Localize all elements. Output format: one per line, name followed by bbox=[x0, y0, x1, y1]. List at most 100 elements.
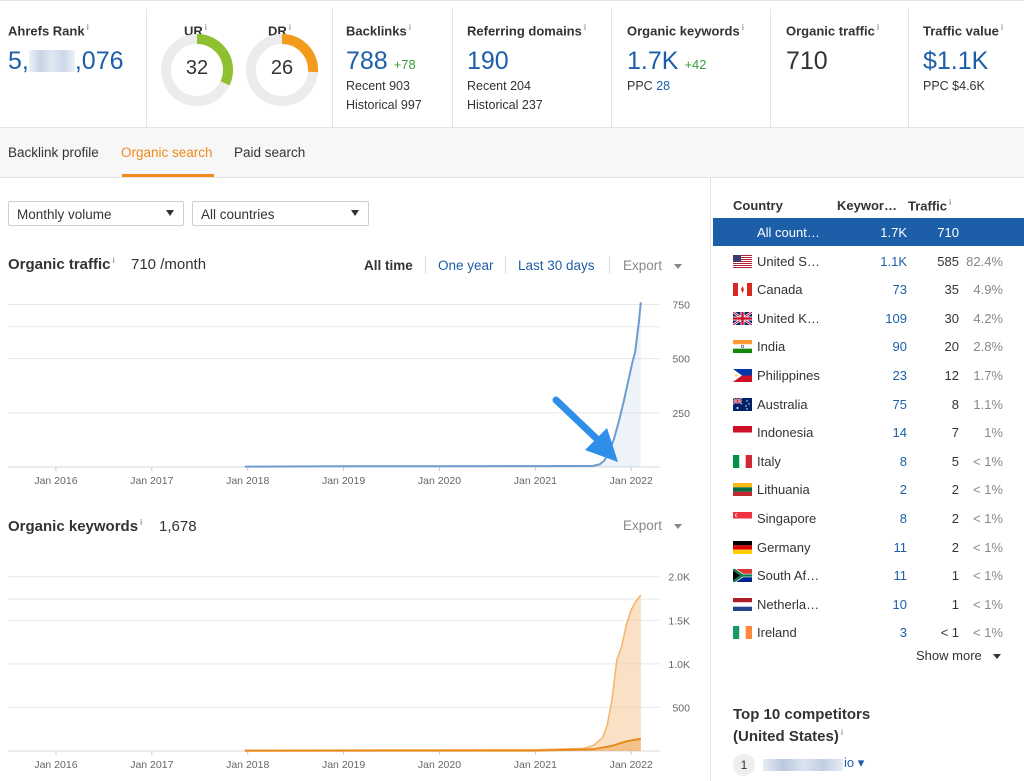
country-keywords[interactable]: 73 bbox=[893, 282, 907, 297]
info-icon[interactable]: i bbox=[289, 23, 291, 32]
y-tick-label: 1.5K bbox=[668, 615, 690, 627]
range-one-year[interactable]: One year bbox=[438, 258, 494, 273]
organic-keywords-delta: +42 bbox=[684, 57, 707, 72]
country-keywords[interactable]: 3 bbox=[900, 625, 907, 640]
flag-id-icon bbox=[733, 426, 752, 440]
flag-it-icon bbox=[733, 454, 752, 468]
country-row[interactable]: Indonesia 14 7 1% bbox=[713, 418, 1024, 446]
info-icon[interactable]: i bbox=[877, 23, 879, 32]
country-row[interactable]: United S… 1.1K 585 82.4% bbox=[713, 247, 1024, 275]
range-all-time[interactable]: All time bbox=[364, 258, 413, 273]
country-row[interactable]: Germany 11 2 < 1% bbox=[713, 533, 1024, 561]
country-traffic-share: < 1% bbox=[973, 482, 1003, 498]
show-more-button[interactable]: Show more bbox=[916, 648, 982, 663]
ahrefs-rank-title: Ahrefs Rank bbox=[8, 23, 85, 39]
blurred-domain bbox=[763, 759, 843, 771]
country-keywords[interactable]: 2 bbox=[900, 482, 907, 497]
organic-traffic-title: Organic traffic bbox=[786, 23, 875, 39]
country-keywords[interactable]: 11 bbox=[894, 568, 908, 583]
tab-backlink-profile[interactable]: Backlink profile bbox=[8, 145, 99, 160]
country-row[interactable]: Lithuania 2 2 < 1% bbox=[713, 475, 1024, 503]
country-name: Germany bbox=[757, 539, 811, 555]
y-tick-label: 750 bbox=[672, 300, 690, 312]
countries-select[interactable]: All countries bbox=[192, 201, 369, 226]
x-tick-label: Jan 2019 bbox=[322, 475, 365, 487]
organic-keywords-value[interactable]: 1.7K bbox=[627, 47, 678, 75]
tab-organic-search[interactable]: Organic search bbox=[121, 145, 213, 160]
keywords-export-button[interactable]: Export bbox=[623, 518, 662, 533]
info-icon[interactable]: i bbox=[87, 23, 89, 32]
country-keywords[interactable]: 10 bbox=[893, 597, 907, 612]
range-last-30-days[interactable]: Last 30 days bbox=[518, 258, 595, 273]
country-keywords[interactable]: 23 bbox=[893, 368, 907, 383]
country-row[interactable]: All count… 1.7K 710 bbox=[713, 218, 1024, 246]
volume-select[interactable]: Monthly volume bbox=[8, 201, 184, 226]
traffic-value-title: Traffic value bbox=[923, 23, 999, 39]
country-traffic-share: 1.1% bbox=[973, 396, 1003, 412]
ahrefs-rank-card: Ahrefs Rank i 5, ,076 bbox=[8, 9, 147, 129]
country-row[interactable]: Philippines 23 12 1.7% bbox=[713, 361, 1024, 389]
country-keywords[interactable]: 8 bbox=[900, 454, 907, 469]
active-tab-indicator bbox=[122, 174, 214, 177]
country-row[interactable]: Singapore 8 2 < 1% bbox=[713, 504, 1024, 532]
info-icon[interactable]: i bbox=[140, 518, 142, 527]
range-divider bbox=[505, 256, 506, 274]
country-traffic: 12 bbox=[944, 368, 959, 383]
country-keywords[interactable]: 8 bbox=[900, 511, 907, 526]
info-icon[interactable]: i bbox=[409, 23, 411, 32]
info-icon[interactable]: i bbox=[841, 728, 843, 737]
tab-paid-search[interactable]: Paid search bbox=[234, 145, 305, 160]
country-keywords[interactable]: 75 bbox=[893, 397, 907, 412]
backlinks-value[interactable]: 788 bbox=[346, 47, 388, 75]
country-keywords[interactable]: 14 bbox=[893, 425, 907, 440]
x-tick-label: Jan 2020 bbox=[418, 475, 461, 487]
country-row[interactable]: Ireland 3 < 1 < 1% bbox=[713, 618, 1024, 646]
flag-in-icon bbox=[733, 340, 752, 354]
ppc-keywords-link[interactable]: 28 bbox=[656, 79, 670, 93]
country-keywords[interactable]: 90 bbox=[893, 339, 907, 354]
chevron-down-icon bbox=[166, 210, 174, 216]
country-row[interactable]: Netherla… 10 1 < 1% bbox=[713, 590, 1024, 618]
country-traffic-share: 1% bbox=[984, 425, 1003, 441]
info-icon[interactable]: i bbox=[949, 198, 951, 207]
ppc-label: PPC bbox=[627, 79, 653, 93]
competitor-domain-link[interactable]: io ▾ bbox=[844, 755, 864, 771]
country-traffic: 1 bbox=[951, 596, 959, 612]
info-icon[interactable]: i bbox=[584, 23, 586, 32]
country-name: All count… bbox=[757, 225, 820, 240]
country-traffic-share: 4.9% bbox=[973, 282, 1003, 298]
dr-value: 26 bbox=[270, 57, 294, 79]
keywords-column-header[interactable]: Keywor… bbox=[837, 198, 897, 213]
referring-domains-value[interactable]: 190 bbox=[467, 47, 509, 76]
info-icon[interactable]: i bbox=[205, 23, 207, 32]
backlinks-delta: +78 bbox=[393, 57, 416, 72]
traffic-column-header: Traffic bbox=[908, 198, 948, 214]
country-row[interactable]: Italy 8 5 < 1% bbox=[713, 447, 1024, 475]
flag-sg-icon bbox=[733, 512, 752, 525]
organic-traffic-card: Organic traffic i 710 bbox=[771, 9, 909, 129]
traffic-value-value: $1.1K bbox=[923, 47, 989, 75]
country-row[interactable]: India 90 20 2.8% bbox=[713, 332, 1024, 360]
traffic-column-header-wrap[interactable]: Traffic i bbox=[908, 198, 951, 213]
country-keywords[interactable]: 109 bbox=[885, 311, 907, 326]
range-divider bbox=[425, 256, 426, 274]
organic-keywords-chart-title: Organic keywords bbox=[8, 518, 139, 535]
series-area bbox=[244, 595, 641, 751]
country-traffic-share: < 1% bbox=[973, 539, 1003, 555]
info-icon[interactable]: i bbox=[742, 23, 744, 32]
country-traffic: 1 bbox=[951, 568, 959, 584]
country-column-header[interactable]: Country bbox=[733, 198, 783, 213]
country-row[interactable]: South Af… 11 1 < 1% bbox=[713, 561, 1024, 589]
country-keywords[interactable]: 1.1K bbox=[880, 254, 907, 269]
country-row[interactable]: United K… 109 30 4.2% bbox=[713, 304, 1024, 332]
country-keywords[interactable]: 1.7K bbox=[880, 225, 907, 240]
flag-za-icon bbox=[731, 567, 752, 584]
info-icon[interactable]: i bbox=[113, 256, 115, 265]
country-row[interactable]: Australia 75 8 1.1% bbox=[713, 390, 1024, 418]
traffic-export-button[interactable]: Export bbox=[623, 258, 662, 273]
country-keywords[interactable]: 11 bbox=[894, 540, 908, 555]
y-tick-label: 250 bbox=[672, 408, 690, 420]
info-icon[interactable]: i bbox=[1001, 23, 1003, 32]
country-row[interactable]: Canada 73 35 4.9% bbox=[713, 275, 1024, 303]
country-traffic-share: 4.2% bbox=[973, 310, 1003, 326]
